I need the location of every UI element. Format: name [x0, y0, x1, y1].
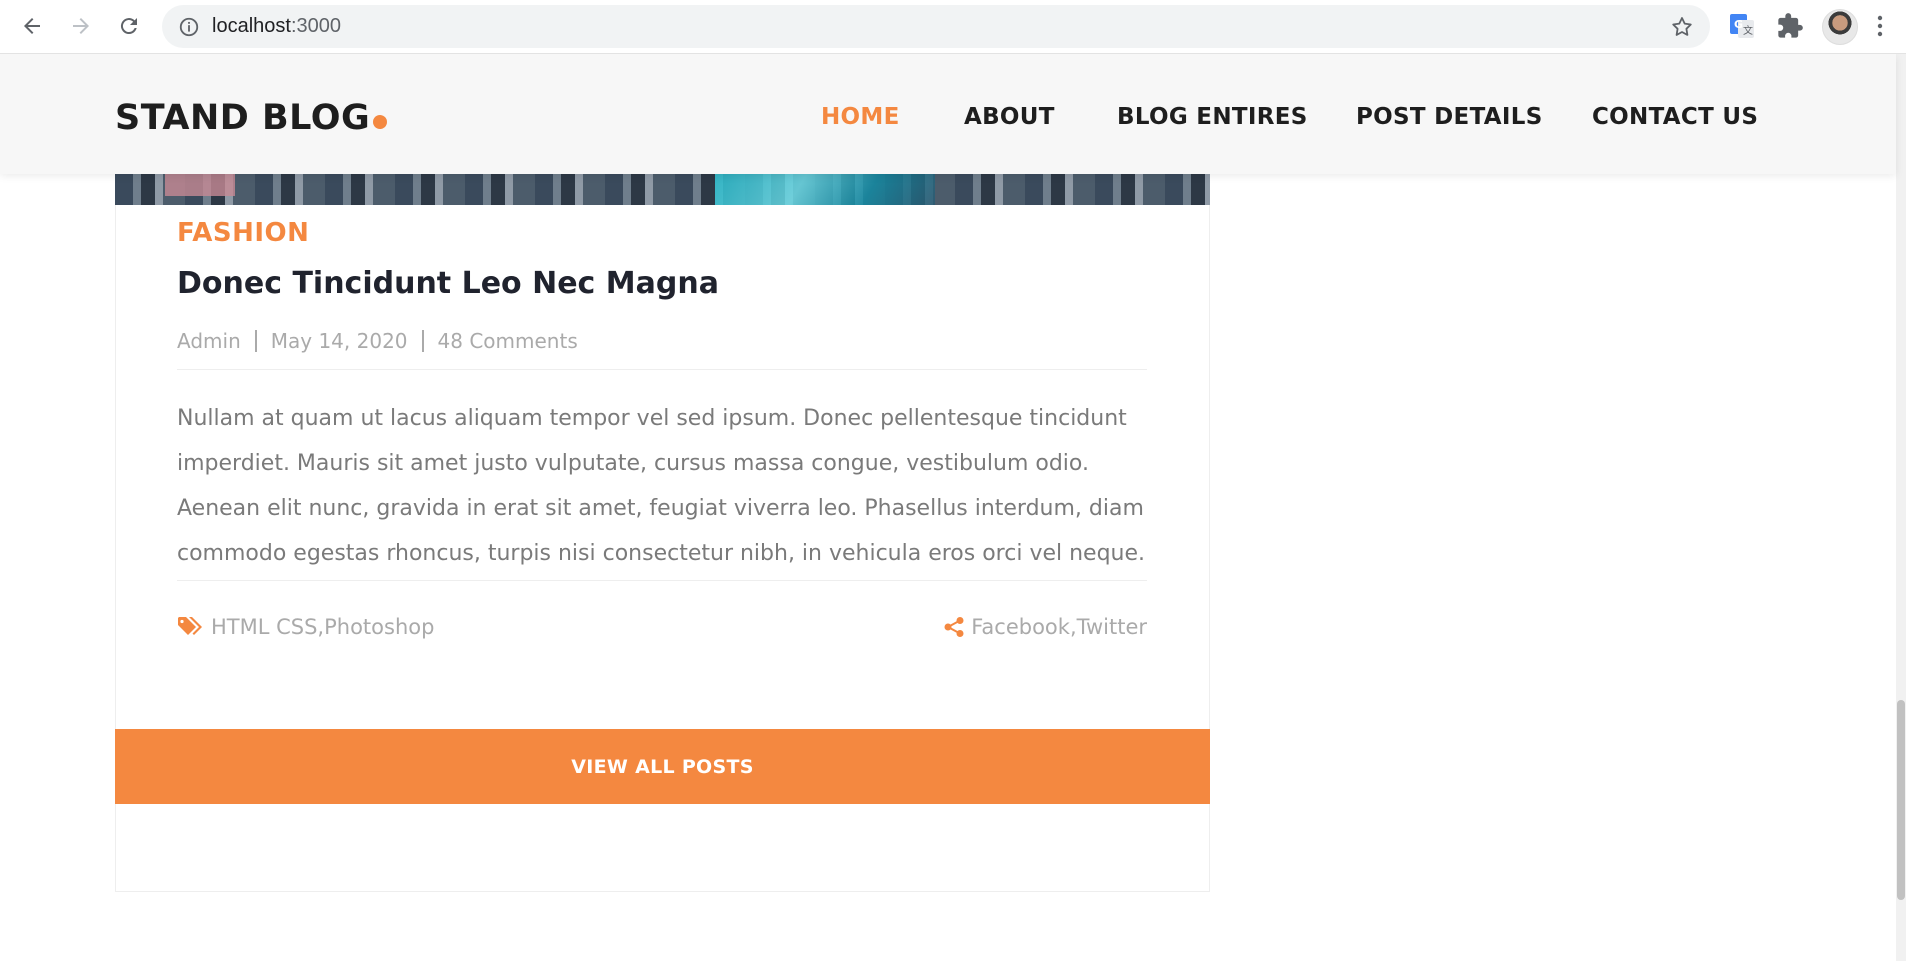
svg-text:G: G [1734, 18, 1743, 31]
arrow-right-icon [73, 18, 89, 34]
tags-icon [178, 617, 202, 635]
reload-button[interactable] [111, 8, 147, 44]
share-icon [944, 617, 964, 637]
nav-blog-entires[interactable]: BLOG ENTIRES [1117, 104, 1308, 130]
info-icon[interactable] [178, 16, 200, 38]
nav-about[interactable]: ABOUT [964, 104, 1055, 130]
share-text[interactable]: Facebook,Twitter [971, 615, 1147, 639]
reload-icon [120, 18, 137, 35]
view-all-posts-button[interactable]: VIEW ALL POSTS [115, 729, 1210, 804]
post-category[interactable]: FASHION [177, 218, 309, 248]
logo-text: STAND BLOG [115, 98, 371, 138]
browser-toolbar: localhost:3000 G 文 [0, 0, 1906, 54]
meta-separator [421, 330, 424, 352]
kebab-menu-icon[interactable] [1874, 12, 1886, 40]
star-icon[interactable] [1670, 15, 1694, 39]
meta-divider [177, 369, 1147, 370]
meta-separator [254, 330, 257, 352]
google-translate-icon[interactable]: G 文 [1728, 12, 1756, 40]
scrollbar-thumb[interactable] [1897, 700, 1905, 900]
post-share: Facebook,Twitter [943, 615, 1147, 639]
footer-divider [177, 580, 1147, 581]
back-button[interactable] [14, 8, 50, 44]
post-date[interactable]: May 14, 2020 [271, 329, 408, 353]
post-author[interactable]: Admin [177, 329, 241, 353]
logo-dot [373, 115, 388, 129]
post-body: Nullam at quam ut lacus aliquam tempor v… [177, 406, 1146, 566]
svg-text:文: 文 [1743, 24, 1753, 37]
post-title[interactable]: Donec Tincidunt Leo Nec Magna [177, 266, 719, 301]
site-logo[interactable]: STAND BLOG [115, 98, 388, 138]
post-meta: Admin May 14, 2020 48 Comments [177, 329, 578, 353]
nav-home[interactable]: HOME [821, 104, 900, 130]
forward-button[interactable] [63, 8, 99, 44]
nav-contact-us[interactable]: CONTACT US [1592, 104, 1758, 130]
post-image-detail [165, 174, 235, 196]
url-host: localhost [212, 15, 291, 37]
post-comments[interactable]: 48 Comments [438, 329, 578, 353]
tags-text[interactable]: HTML CSS,Photoshop [211, 615, 434, 639]
site-header: STAND BLOG HOME ABOUT BLOG ENTIRES POST … [0, 54, 1896, 174]
page-viewport: STAND BLOG HOME ABOUT BLOG ENTIRES POST … [0, 54, 1906, 961]
address-bar[interactable]: localhost:3000 [162, 5, 1710, 48]
url-text[interactable]: localhost:3000 [212, 15, 341, 38]
nav-post-details[interactable]: POST DETAILS [1356, 104, 1543, 130]
post-tags: HTML CSS,Photoshop [177, 615, 434, 639]
url-port: :3000 [290, 15, 341, 37]
profile-avatar[interactable] [1822, 9, 1858, 45]
arrow-left-icon [24, 18, 40, 34]
scrollbar-track[interactable] [1896, 54, 1906, 961]
puzzle-icon[interactable] [1776, 12, 1804, 40]
